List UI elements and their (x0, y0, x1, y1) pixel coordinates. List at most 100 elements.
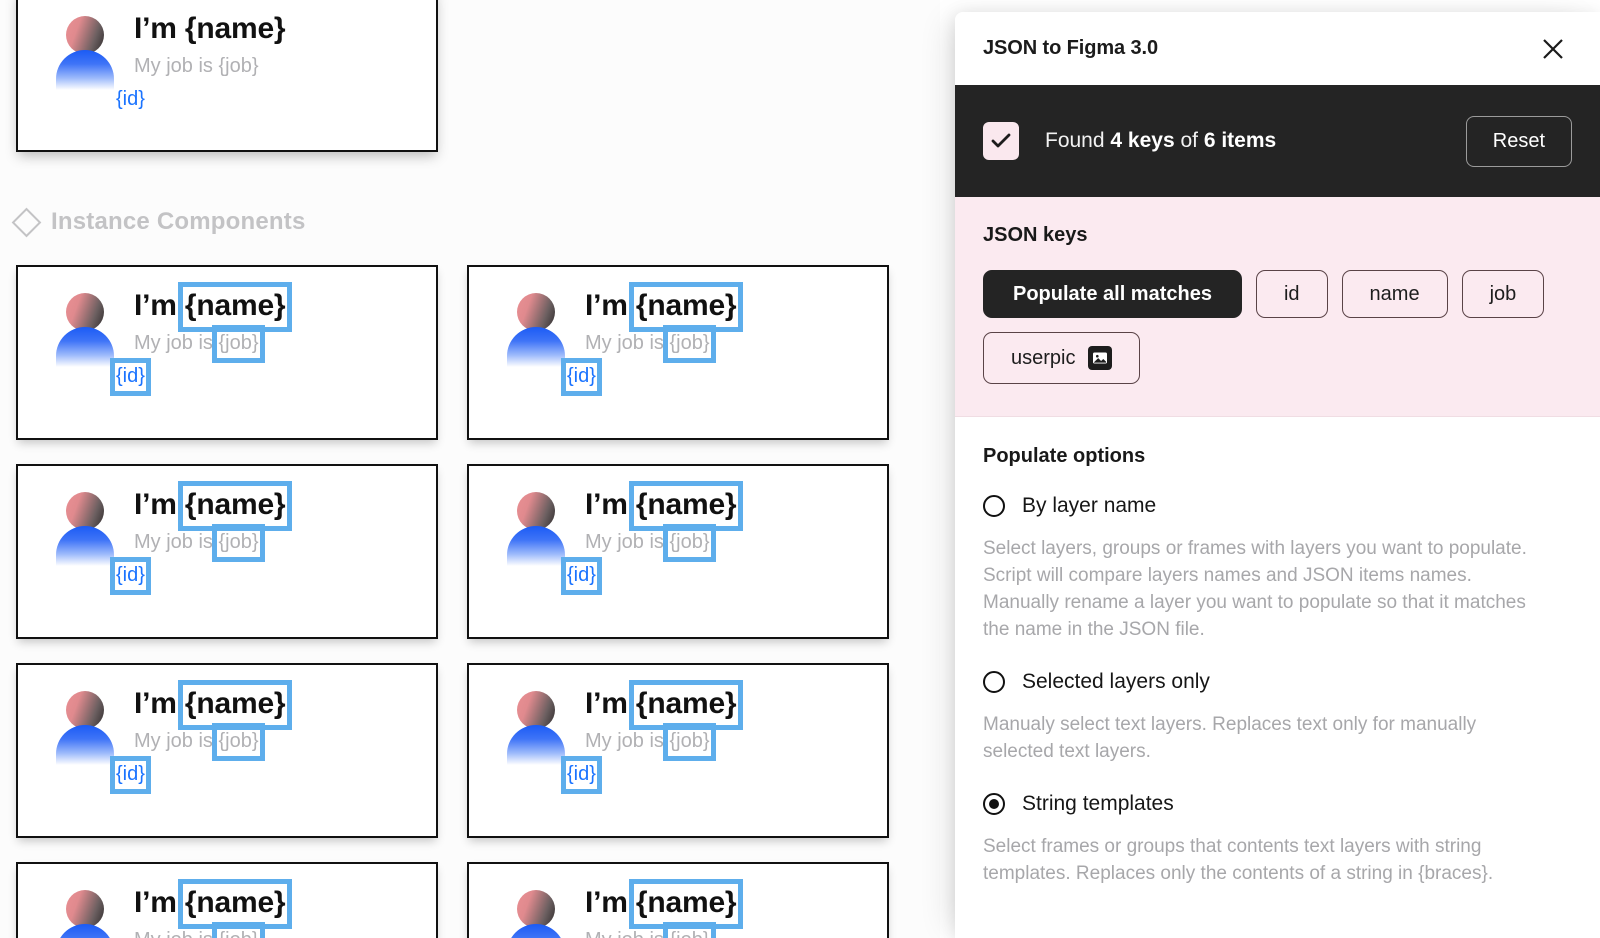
card-job-line[interactable]: My job is {job} (134, 723, 285, 761)
greeting-prefix: I’m (134, 12, 185, 45)
greeting-prefix: I’m (134, 488, 185, 521)
card-id-line[interactable]: {id} (561, 557, 736, 595)
populate-option-by-layer-name[interactable]: By layer name (983, 494, 1572, 518)
avatar-body-icon (507, 725, 565, 765)
card-job-line[interactable]: My job is {job} (134, 524, 285, 562)
name-token-selected[interactable]: {name} (628, 680, 743, 730)
populate-options-title: Populate options (983, 445, 1146, 467)
name-token[interactable]: {name} (185, 14, 286, 44)
found-items-count: 6 items (1203, 129, 1277, 152)
json-key-chip-job[interactable]: job (1461, 270, 1545, 318)
avatar-body-icon (507, 924, 565, 938)
avatar-body-icon (56, 526, 114, 566)
card-id-line[interactable]: {id} (561, 756, 736, 794)
found-text-mid: of (1174, 129, 1204, 152)
json-keys-section: JSON keys Populate all matches id name job u… (955, 197, 1600, 417)
card-text-block: I’m {name} My job is {job} {id} (116, 12, 286, 110)
radio-button[interactable] (983, 792, 1005, 815)
radio-button[interactable] (983, 670, 1005, 693)
name-token-selected[interactable]: {name} (177, 879, 292, 929)
card-name-line[interactable]: I’m {name} (585, 879, 743, 929)
card-id-line[interactable]: {id} (110, 756, 285, 794)
populate-options-section: Populate options By layer name Select lay… (955, 417, 1600, 888)
json-key-chip-userpic[interactable]: userpic (983, 332, 1141, 384)
userpic-avatar-icon (54, 691, 116, 765)
card-job-line[interactable]: My job is {job} (134, 325, 285, 363)
name-token-selected[interactable]: {name} (628, 282, 743, 332)
instance-card[interactable]: I’m {name}My job is {job}{id} (467, 663, 889, 838)
job-token-selected[interactable]: {job} (663, 922, 716, 938)
avatar-body-icon (56, 924, 114, 938)
close-icon[interactable] (1536, 32, 1570, 66)
card-text-block: I’m {name}My job is {job}{id} (110, 680, 292, 794)
instance-card[interactable]: I’m {name}My job is {job}{id} (16, 265, 438, 440)
card-job-line[interactable]: My job is {job} (585, 922, 736, 938)
card-job-line[interactable]: My job is {job} (134, 56, 285, 76)
found-status-bar: Found 4 keys of 6 items Reset (955, 85, 1600, 197)
figma-canvas[interactable]: I’m {name} My job is {job} {id} Instance… (0, 0, 940, 938)
card-job-line[interactable]: My job is {job} (585, 524, 736, 562)
instance-card[interactable]: I’m {name}My job is {job}{id} (16, 464, 438, 639)
panel-title-bar: JSON to Figma 3.0 (955, 12, 1600, 85)
greeting-prefix: I’m (134, 886, 185, 919)
populate-option-selected-layers-only[interactable]: Selected layers only (983, 670, 1572, 694)
id-token-selected[interactable]: {id} (110, 756, 151, 794)
card-id-line[interactable]: {id} (116, 89, 285, 109)
greeting-prefix: I’m (585, 289, 636, 322)
id-token-selected[interactable]: {id} (561, 756, 602, 794)
card-name-line[interactable]: I’m {name} (585, 481, 743, 531)
instance-card[interactable]: I’m {name}My job is {job}{id} (16, 663, 438, 838)
job-token-selected[interactable]: {job} (212, 723, 265, 761)
name-token-selected[interactable]: {name} (177, 481, 292, 531)
card-name-line[interactable]: I’m {name} (585, 680, 743, 730)
card-content: I’m {name}My job is {job}{id} (505, 282, 743, 396)
card-content: I’m {name} My job is {job} {id} (54, 12, 286, 110)
instance-card[interactable]: I’m {name}My job is {job}{id} (467, 265, 889, 440)
master-component-card[interactable]: I’m {name} My job is {job} {id} (16, 0, 438, 152)
name-token-selected[interactable]: {name} (177, 680, 292, 730)
reset-button[interactable]: Reset (1465, 115, 1572, 167)
instance-card[interactable]: I’m {name}My job is {job}{id} (16, 862, 438, 938)
avatar-head-icon (66, 293, 104, 331)
radio-button[interactable] (983, 495, 1005, 517)
avatar-head-icon (517, 492, 555, 530)
card-name-line[interactable]: I’m {name} (134, 680, 292, 730)
select-all-checkbox[interactable] (983, 122, 1019, 160)
card-job-line[interactable]: My job is {job} (585, 723, 736, 761)
id-token-selected[interactable]: {id} (561, 358, 602, 396)
id-token-selected[interactable]: {id} (110, 358, 151, 396)
json-key-chip-id[interactable]: id (1255, 270, 1328, 318)
greeting-prefix: I’m (585, 488, 636, 521)
job-token-selected[interactable]: {job} (212, 524, 265, 562)
instance-card[interactable]: I’m {name}My job is {job}{id} (467, 464, 889, 639)
name-token-selected[interactable]: {name} (628, 481, 743, 531)
card-name-line[interactable]: I’m {name} (134, 12, 286, 45)
card-name-line[interactable]: I’m {name} (134, 879, 292, 929)
id-token-selected[interactable]: {id} (561, 557, 602, 595)
job-token-selected[interactable]: {job} (212, 325, 265, 363)
option-description: Select frames or groups that contents te… (983, 835, 1494, 884)
json-key-chip-name[interactable]: name (1341, 270, 1448, 318)
card-name-line[interactable]: I’m {name} (134, 481, 292, 531)
populate-option-string-templates[interactable]: String templates (983, 792, 1572, 816)
card-name-line[interactable]: I’m {name} (134, 282, 292, 332)
job-token-selected[interactable]: {job} (212, 922, 265, 938)
card-job-line[interactable]: My job is {job} (585, 325, 736, 363)
userpic-avatar-icon (54, 293, 116, 367)
id-token-selected[interactable]: {id} (110, 557, 151, 595)
card-name-line[interactable]: I’m {name} (585, 282, 743, 332)
card-job-line[interactable]: My job is {job} (134, 922, 285, 938)
json-key-chip-populate-all-matches[interactable]: Populate all matches (983, 270, 1242, 318)
card-content: I’m {name}My job is {job}{id} (505, 879, 743, 938)
job-token-selected[interactable]: {job} (663, 325, 716, 363)
name-token-selected[interactable]: {name} (628, 879, 743, 929)
job-token-selected[interactable]: {job} (663, 723, 716, 761)
job-token-selected[interactable]: {job} (663, 524, 716, 562)
avatar-head-icon (66, 492, 104, 530)
card-id-line[interactable]: {id} (561, 358, 736, 396)
instance-card[interactable]: I’m {name}My job is {job}{id} (467, 862, 889, 938)
card-id-line[interactable]: {id} (110, 358, 285, 396)
card-id-line[interactable]: {id} (110, 557, 285, 595)
name-token-selected[interactable]: {name} (177, 282, 292, 332)
avatar-head-icon (66, 890, 104, 928)
